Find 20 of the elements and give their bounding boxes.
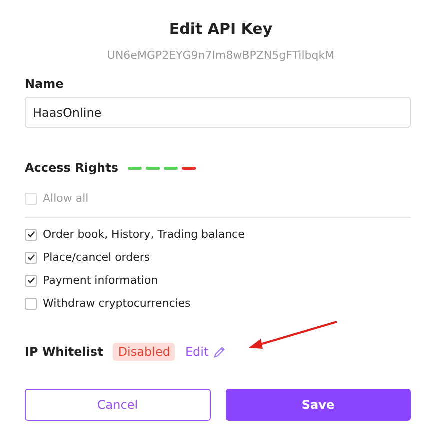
- ip-whitelist-label: IP Whitelist: [25, 345, 104, 359]
- checkbox-label: Withdraw cryptocurrencies: [43, 297, 191, 310]
- checkbox-label: Order book, History, Trading balance: [43, 228, 245, 241]
- save-button[interactable]: Save: [226, 389, 411, 421]
- checkbox[interactable]: [25, 252, 37, 264]
- checkbox-label: Place/cancel orders: [43, 251, 150, 264]
- checkbox-label: Allow all: [43, 192, 89, 205]
- checkbox[interactable]: [25, 274, 37, 286]
- checkbox-label: Payment information: [43, 274, 158, 287]
- status-badge: Disabled: [113, 343, 176, 361]
- checkbox[interactable]: [25, 298, 37, 310]
- name-input-field[interactable]: HaasOnline: [25, 97, 411, 128]
- name-label: Name: [25, 77, 65, 91]
- cancel-button[interactable]: Cancel: [25, 389, 210, 421]
- pencil-icon: [212, 346, 226, 358]
- api-key-text: UN6eMGP2EYG9n7Im8wBPZN5gFTilbqkM: [106, 49, 336, 62]
- access-rights-label: Access Rights: [25, 161, 118, 175]
- dialog-title: Edit API Key: [168, 20, 274, 38]
- edit-link[interactable]: Edit: [185, 345, 209, 359]
- checkbox[interactable]: [25, 228, 37, 240]
